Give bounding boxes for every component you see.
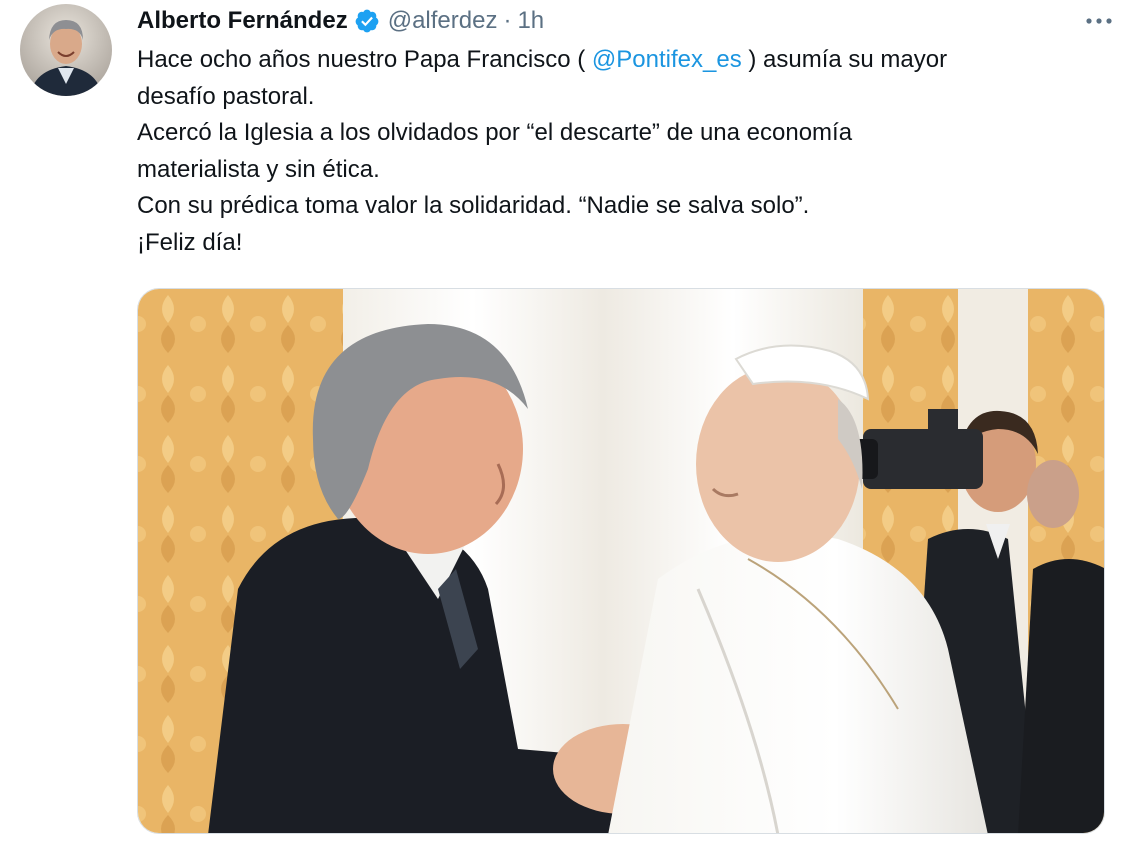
text-segment: ) asumía su mayor (741, 46, 948, 73)
tweet-header: Alberto Fernández @alferdez · 1h (137, 4, 544, 38)
text-segment: Hace ocho años nuestro Papa Francisco ( (137, 46, 592, 73)
tweet-text-line-6: ¡Feliz día! (137, 228, 243, 256)
tweet: Alberto Fernández @alferdez · 1h Hace oc… (0, 0, 1141, 850)
header-separator: · (503, 7, 512, 34)
author-name[interactable]: Alberto Fernández (137, 7, 348, 35)
tweet-text-line-2: desafío pastoral. (137, 82, 315, 110)
photo-image (138, 289, 1104, 833)
mention-link[interactable]: @Pontifex_es (592, 46, 742, 73)
tweet-timestamp[interactable]: 1h (517, 7, 544, 35)
verified-badge-icon (354, 8, 380, 34)
tweet-text-line-3: Acercó la Iglesia a los olvidados por “e… (137, 119, 853, 146)
tweet-text-line-4: materialista y sin ética. (137, 155, 380, 183)
tweet-text-line-1: Hace ocho años nuestro Papa Francisco ( … (137, 42, 1097, 79)
author-avatar[interactable] (20, 4, 112, 96)
profile-photo (20, 4, 112, 96)
more-options-icon[interactable] (1079, 4, 1119, 38)
tweet-photo[interactable] (137, 288, 1105, 834)
tweet-text-line-5: Con su prédica toma valor la solidaridad… (137, 192, 810, 219)
tweet-text: Hace ocho años nuestro Papa Francisco ( … (137, 42, 1097, 261)
author-handle[interactable]: @alferdez (388, 7, 498, 35)
